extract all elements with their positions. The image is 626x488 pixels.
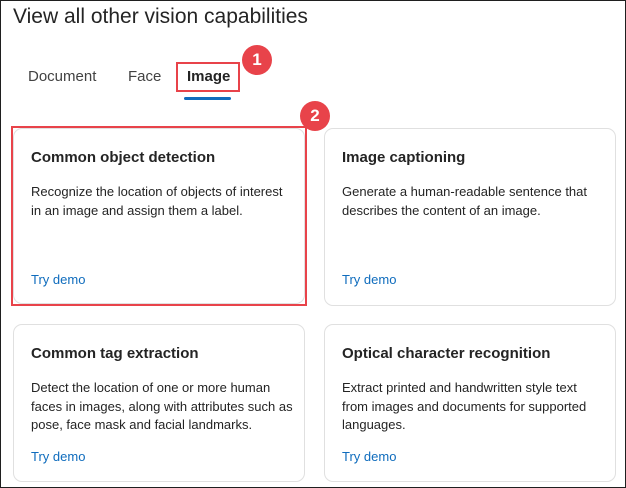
tab-document[interactable]: Document — [28, 68, 96, 85]
tab-image-callout-box — [176, 62, 240, 92]
callout-badge-1: 1 — [242, 45, 272, 75]
card-title: Image captioning — [342, 149, 466, 166]
card-description: Extract printed and handwritten style te… — [342, 380, 587, 432]
try-demo-link[interactable]: Try demo — [342, 272, 396, 287]
card-optical-character-recognition: Optical character recognition Extract pr… — [324, 324, 616, 482]
card-title: Optical character recognition — [342, 345, 551, 362]
card-image-captioning: Image captioning Generate a human-readab… — [324, 128, 616, 306]
card-title: Common tag extraction — [31, 345, 199, 362]
card-description: Generate a human-readable sentence that … — [342, 184, 588, 218]
card-description: Detect the location of one or more human… — [31, 380, 293, 432]
page-title: View all other vision capabilities — [13, 5, 308, 28]
capability-tabs: Document Face Image — [0, 60, 626, 100]
card-common-tag-extraction: Common tag extraction Detect the locatio… — [13, 324, 305, 482]
tab-face[interactable]: Face — [128, 68, 161, 85]
card-callout-box — [11, 126, 307, 306]
selected-tab-indicator — [184, 97, 231, 100]
try-demo-link[interactable]: Try demo — [342, 449, 396, 464]
callout-badge-2: 2 — [300, 101, 330, 131]
try-demo-link[interactable]: Try demo — [31, 449, 85, 464]
